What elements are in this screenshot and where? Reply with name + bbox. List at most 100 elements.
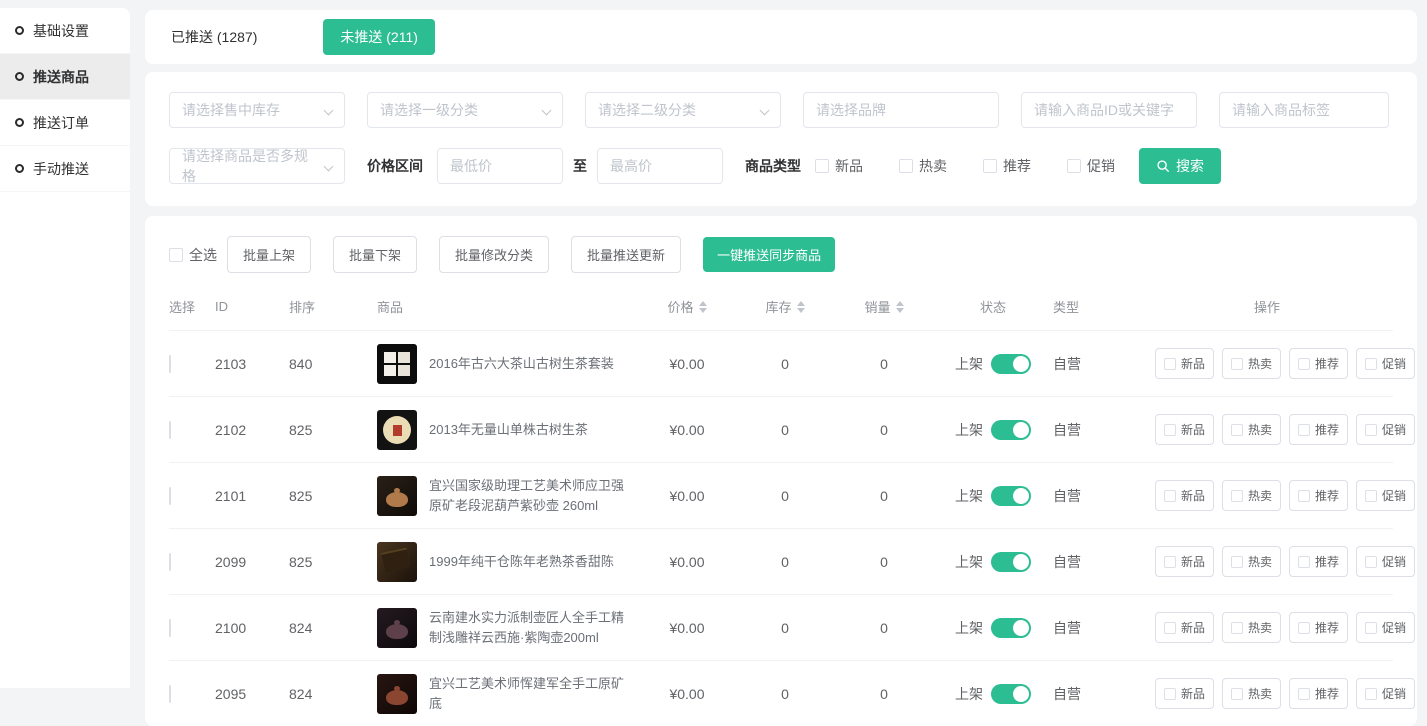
product-image[interactable] [377,608,417,648]
tag-promo-button[interactable]: 促销 [1356,678,1415,709]
tag-new-button[interactable]: 新品 [1155,678,1214,709]
checkbox-icon[interactable] [1365,556,1377,568]
product-name[interactable]: 2013年无量山单株古树生茶 [429,420,588,440]
checkbox-icon[interactable] [1365,688,1377,700]
brand-input[interactable] [816,102,986,118]
checkbox-icon[interactable] [1365,358,1377,370]
price-sort-icon[interactable] [699,301,707,313]
product-name[interactable]: 云南建水实力派制壶匠人全手工精制浅雕祥云西施·紫陶壶200ml [429,608,635,647]
checkbox-icon[interactable] [1231,424,1243,436]
tag-recommend-button[interactable]: 推荐 [1289,414,1348,445]
type-checkbox-recommend[interactable]: 推荐 [983,156,1031,176]
tag-hot-button[interactable]: 热卖 [1222,546,1281,577]
product-image[interactable] [377,542,417,582]
type-checkbox-promo[interactable]: 促销 [1067,156,1115,176]
type-checkbox-new[interactable]: 新品 [815,156,863,176]
tag-promo-button[interactable]: 促销 [1356,348,1415,379]
tag-promo-button[interactable]: 促销 [1356,612,1415,643]
row-checkbox[interactable] [169,685,171,703]
type-checkbox-hot[interactable]: 热卖 [899,156,947,176]
product-image[interactable] [377,344,417,384]
category-level2-select[interactable]: 请选择二级分类 [585,92,781,128]
batch-off-shelf-button[interactable]: 批量下架 [333,236,417,273]
checkbox-icon[interactable] [983,159,997,173]
checkbox-icon[interactable] [1365,622,1377,634]
stock-select[interactable]: 请选择售中库存 [169,92,345,128]
checkbox-icon[interactable] [1298,490,1310,502]
row-checkbox[interactable] [169,553,171,571]
batch-edit-category-button[interactable]: 批量修改分类 [439,236,549,273]
checkbox-icon[interactable] [1164,490,1176,502]
tag-hot-button[interactable]: 热卖 [1222,480,1281,511]
tag-recommend-button[interactable]: 推荐 [1289,546,1348,577]
row-checkbox[interactable] [169,487,171,505]
one-click-sync-button[interactable]: 一键推送同步商品 [703,237,835,272]
tag-recommend-button[interactable]: 推荐 [1289,678,1348,709]
checkbox-icon[interactable] [1298,424,1310,436]
on-shelf-toggle[interactable] [991,618,1031,638]
tag-recommend-button[interactable]: 推荐 [1289,348,1348,379]
tag-new-button[interactable]: 新品 [1155,480,1214,511]
checkbox-icon[interactable] [1298,556,1310,568]
row-checkbox[interactable] [169,421,171,439]
product-tag-input[interactable] [1232,102,1376,118]
tag-recommend-button[interactable]: 推荐 [1289,612,1348,643]
max-price-input[interactable] [610,158,710,174]
tag-promo-button[interactable]: 促销 [1356,414,1415,445]
checkbox-icon[interactable] [1231,358,1243,370]
sidebar-item-manual-push[interactable]: 手动推送 [0,146,130,192]
sidebar-item-push-orders[interactable]: 推送订单 [0,100,130,146]
checkbox-icon[interactable] [1231,490,1243,502]
category-level1-select[interactable]: 请选择一级分类 [367,92,563,128]
checkbox-icon[interactable] [899,159,913,173]
product-name[interactable]: 2016年古六大茶山古树生茶套装 [429,354,614,374]
stock-sort-icon[interactable] [797,301,805,313]
checkbox-icon[interactable] [1164,424,1176,436]
row-checkbox[interactable] [169,619,171,637]
product-name[interactable]: 宜兴工艺美术师恽建军全手工原矿底 [429,674,635,713]
product-name[interactable]: 宜兴国家级助理工艺美术师应卫强原矿老段泥葫芦紫砂壶 260ml [429,476,635,515]
checkbox-icon[interactable] [1231,688,1243,700]
tag-hot-button[interactable]: 热卖 [1222,414,1281,445]
tab-unpushed[interactable]: 未推送 (211) [323,19,435,55]
tag-recommend-button[interactable]: 推荐 [1289,480,1348,511]
batch-push-update-button[interactable]: 批量推送更新 [571,236,681,273]
product-image[interactable] [377,674,417,714]
on-shelf-toggle[interactable] [991,354,1031,374]
product-id-keyword-input[interactable] [1034,102,1184,118]
checkbox-icon[interactable] [1164,622,1176,634]
on-shelf-toggle[interactable] [991,420,1031,440]
product-image[interactable] [377,410,417,450]
tag-new-button[interactable]: 新品 [1155,612,1214,643]
min-price-input[interactable] [450,158,550,174]
tag-new-button[interactable]: 新品 [1155,414,1214,445]
checkbox-icon[interactable] [815,159,829,173]
on-shelf-toggle[interactable] [991,486,1031,506]
product-name[interactable]: 1999年纯干仓陈年老熟茶香甜陈 [429,552,614,572]
checkbox-icon[interactable] [1164,688,1176,700]
tab-pushed[interactable]: 已推送 (1287) [171,27,257,47]
tag-promo-button[interactable]: 促销 [1356,546,1415,577]
checkbox-icon[interactable] [1365,424,1377,436]
checkbox-icon[interactable] [1164,358,1176,370]
tag-hot-button[interactable]: 热卖 [1222,612,1281,643]
checkbox-icon[interactable] [1298,358,1310,370]
multi-spec-select[interactable]: 请选择商品是否多规格 [169,148,345,184]
sidebar-item-push-products[interactable]: 推送商品 [0,54,130,100]
tag-hot-button[interactable]: 热卖 [1222,678,1281,709]
sidebar-item-basic-settings[interactable]: 基础设置 [0,8,130,54]
search-button[interactable]: 搜索 [1139,148,1221,184]
checkbox-icon[interactable] [1231,622,1243,634]
on-shelf-toggle[interactable] [991,552,1031,572]
tag-hot-button[interactable]: 热卖 [1222,348,1281,379]
row-checkbox[interactable] [169,355,171,373]
on-shelf-toggle[interactable] [991,684,1031,704]
checkbox-icon[interactable] [1067,159,1081,173]
batch-on-shelf-button[interactable]: 批量上架 [227,236,311,273]
checkbox-icon[interactable] [1298,688,1310,700]
select-all-checkbox[interactable]: 全选 [169,245,217,265]
product-image[interactable] [377,476,417,516]
tag-new-button[interactable]: 新品 [1155,546,1214,577]
checkbox-icon[interactable] [1231,556,1243,568]
checkbox-icon[interactable] [1298,622,1310,634]
